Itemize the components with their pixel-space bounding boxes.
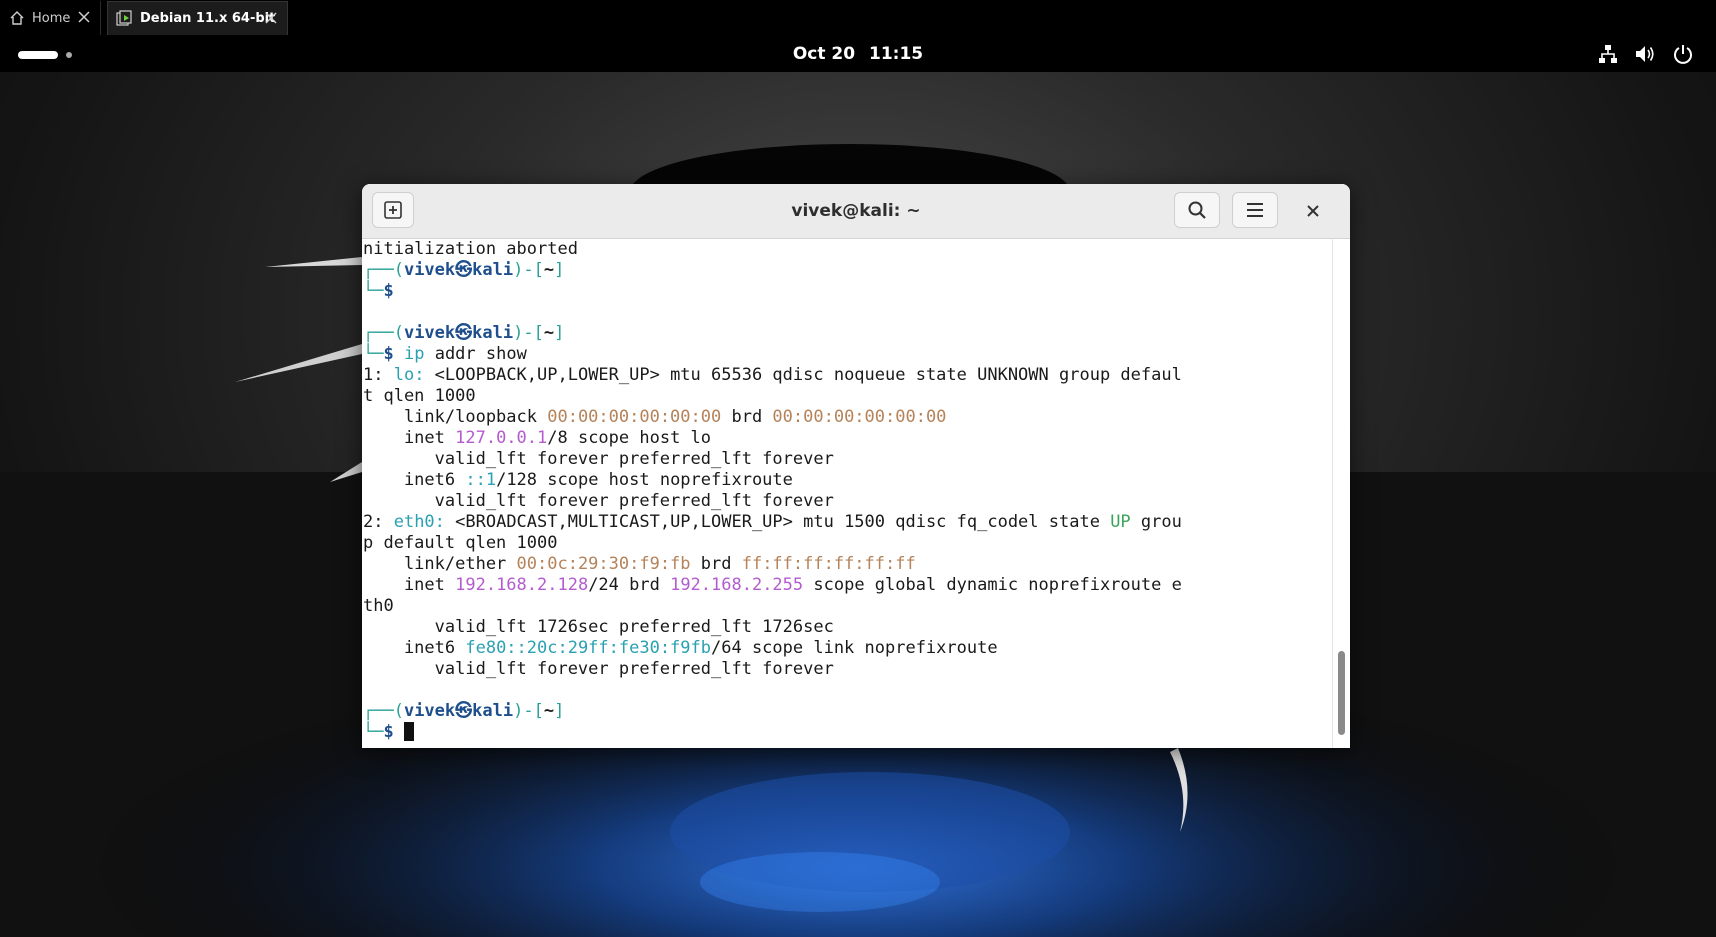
output-line: inet6 fe80::20c:29ff:fe30:f9fb/64 scope … — [363, 638, 998, 658]
close-button[interactable] — [1302, 200, 1324, 222]
clock-date: Oct 20 — [792, 44, 856, 64]
prompt-line: └─$ — [363, 281, 394, 301]
close-icon — [1307, 205, 1319, 217]
output-line: t qlen 1000 — [363, 386, 476, 406]
search-icon — [1188, 201, 1206, 219]
prompt-line: ┌──(vivek㉿kali)-[~] — [363, 260, 565, 280]
vm-tab-debian-label: Debian 11.x 64-bit — [140, 11, 276, 26]
output-line: link/loopback 00:00:00:00:00:00 brd 00:0… — [363, 407, 947, 427]
volume-icon[interactable] — [1634, 43, 1656, 65]
output-line: inet6 ::1/128 scope host noprefixroute — [363, 470, 793, 490]
prompt-line: ┌──(vivek㉿kali)-[~] — [363, 323, 565, 343]
hamburger-menu-icon — [1247, 203, 1263, 217]
close-icon[interactable] — [76, 9, 92, 25]
gnome-top-bar: Oct 20 11:15 — [0, 36, 1716, 72]
close-icon[interactable] — [263, 10, 279, 26]
output-line: inet 127.0.0.1/8 scope host lo — [363, 428, 712, 448]
terminal-header-bar[interactable]: vivek@kali: ~ — [362, 184, 1350, 239]
scrollbar-thumb[interactable] — [1338, 651, 1345, 735]
terminal-scrollbar[interactable] — [1332, 239, 1350, 748]
output-line: 2: eth0: <BROADCAST,MULTICAST,UP,LOWER_U… — [363, 512, 1182, 532]
output-line: valid_lft 1726sec preferred_lft 1726sec — [363, 617, 834, 637]
active-prompt-line[interactable]: └─$ — [363, 722, 414, 743]
output-line: nitialization aborted — [363, 239, 578, 259]
vm-tab-home[interactable]: Home — [0, 1, 101, 35]
vm-tab-strip: Home Debian 11.x 64-bit — [0, 0, 1716, 36]
vm-tab-debian[interactable]: Debian 11.x 64-bit — [107, 1, 288, 35]
output-line: valid_lft forever preferred_lft forever — [363, 659, 834, 679]
output-line: 1: lo: <LOOPBACK,UP,LOWER_UP> mtu 65536 … — [363, 365, 1182, 385]
home-icon — [10, 11, 24, 25]
text-cursor — [403, 722, 414, 741]
vm-tab-home-label: Home — [32, 10, 71, 26]
terminal-window[interactable]: vivek@kali: ~ nitialization aborted ┌──(… — [362, 184, 1350, 748]
clock-time: 11:15 — [869, 44, 924, 64]
output-line: p default qlen 1000 — [363, 533, 558, 553]
power-icon[interactable] — [1672, 43, 1694, 65]
output-line: inet 192.168.2.128/24 brd 192.168.2.255 … — [363, 575, 1182, 595]
vm-console-icon — [116, 10, 132, 26]
output-line: valid_lft forever preferred_lft forever — [363, 449, 834, 469]
command-line: └─$ ip addr show — [363, 344, 527, 364]
clock[interactable]: Oct 20 11:15 — [0, 36, 1716, 72]
output-line: valid_lft forever preferred_lft forever — [363, 491, 834, 511]
network-icon[interactable] — [1597, 43, 1619, 65]
menu-button[interactable] — [1232, 192, 1278, 228]
prompt-line: ┌──(vivek㉿kali)-[~] — [363, 701, 565, 721]
terminal-output[interactable]: nitialization aborted ┌──(vivek㉿kali)-[~… — [362, 239, 1332, 748]
search-button[interactable] — [1174, 192, 1220, 228]
output-line: th0 — [363, 596, 394, 616]
output-line: link/ether 00:0c:29:30:f9:fb brd ff:ff:f… — [363, 554, 916, 574]
